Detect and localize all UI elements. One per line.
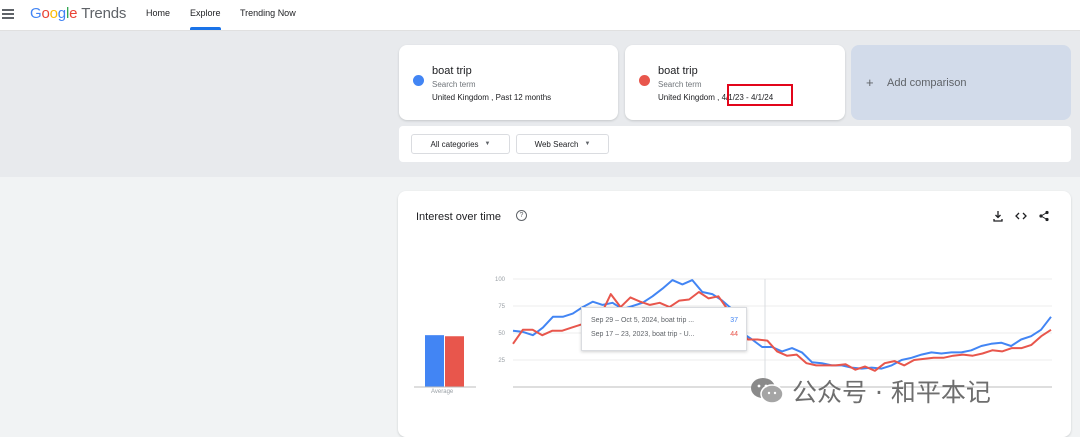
watermark: 公众号 · 和平本记 [750,373,991,409]
nav-home[interactable]: Home [146,8,170,18]
nav-explore[interactable]: Explore [190,8,221,30]
top-app-bar: Google Trends Home Explore Trending Now [0,0,1080,31]
logo-letter: o [49,5,58,22]
search-term-card-1[interactable]: boat trip Search term United Kingdom , P… [399,45,618,120]
date-range-highlight [727,84,793,106]
logo-trends-text: Trends [81,5,127,22]
logo-letter: e [69,5,78,22]
logo-letter: G [30,5,42,22]
nav-trending-now[interactable]: Trending Now [240,8,296,18]
help-icon[interactable]: ? [516,210,527,221]
series-color-dot [413,75,424,86]
plus-icon: + [866,75,874,90]
tooltip-value: 44 [730,331,738,338]
search-type-dropdown[interactable]: Web Search ▼ [516,134,609,154]
category-dropdown[interactable]: All categories ▼ [411,134,510,154]
term-sublabel: Search term [432,80,476,89]
download-icon[interactable] [992,210,1004,222]
watermark-text: 公众号 · 和平本记 [792,378,991,407]
wechat-icon [751,378,784,404]
dropdown-label: All categories [430,139,479,149]
search-term-card-2[interactable]: boat trip Search term United Kingdom , 4… [625,45,845,120]
tooltip-row-label: Sep 29 – Oct 5, 2024, boat trip ... [591,317,695,324]
term-sublabel: Search term [658,80,702,89]
term-name: boat trip [432,65,472,77]
logo-letter: o [41,5,50,22]
hamburger-menu-icon[interactable] [2,7,14,19]
chart-title: Interest over time [416,211,501,223]
add-comparison-button[interactable]: + Add comparison [851,45,1071,120]
term-meta[interactable]: United Kingdom , Past 12 months [432,93,551,102]
average-label: Average [431,389,454,395]
caret-down-icon: ▼ [484,141,491,147]
logo-letter: g [57,5,66,22]
share-icon[interactable] [1038,210,1050,222]
tooltip-row-label: Sep 17 – 23, 2023, boat trip - U... [591,331,695,338]
embed-icon[interactable] [1015,210,1027,222]
filter-bar: All categories ▼ Web Search ▼ [399,126,1071,162]
chart-tooltip: Sep 29 – Oct 5, 2024, boat trip ... 37 S… [581,307,747,351]
caret-down-icon: ▼ [584,141,591,147]
term-name: boat trip [658,65,698,77]
add-comparison-label: Add comparison [887,77,967,89]
series-color-dot [639,75,650,86]
google-trends-logo[interactable]: Google Trends [30,5,126,22]
tooltip-value: 37 [730,317,738,324]
dropdown-label: Web Search [534,139,579,149]
